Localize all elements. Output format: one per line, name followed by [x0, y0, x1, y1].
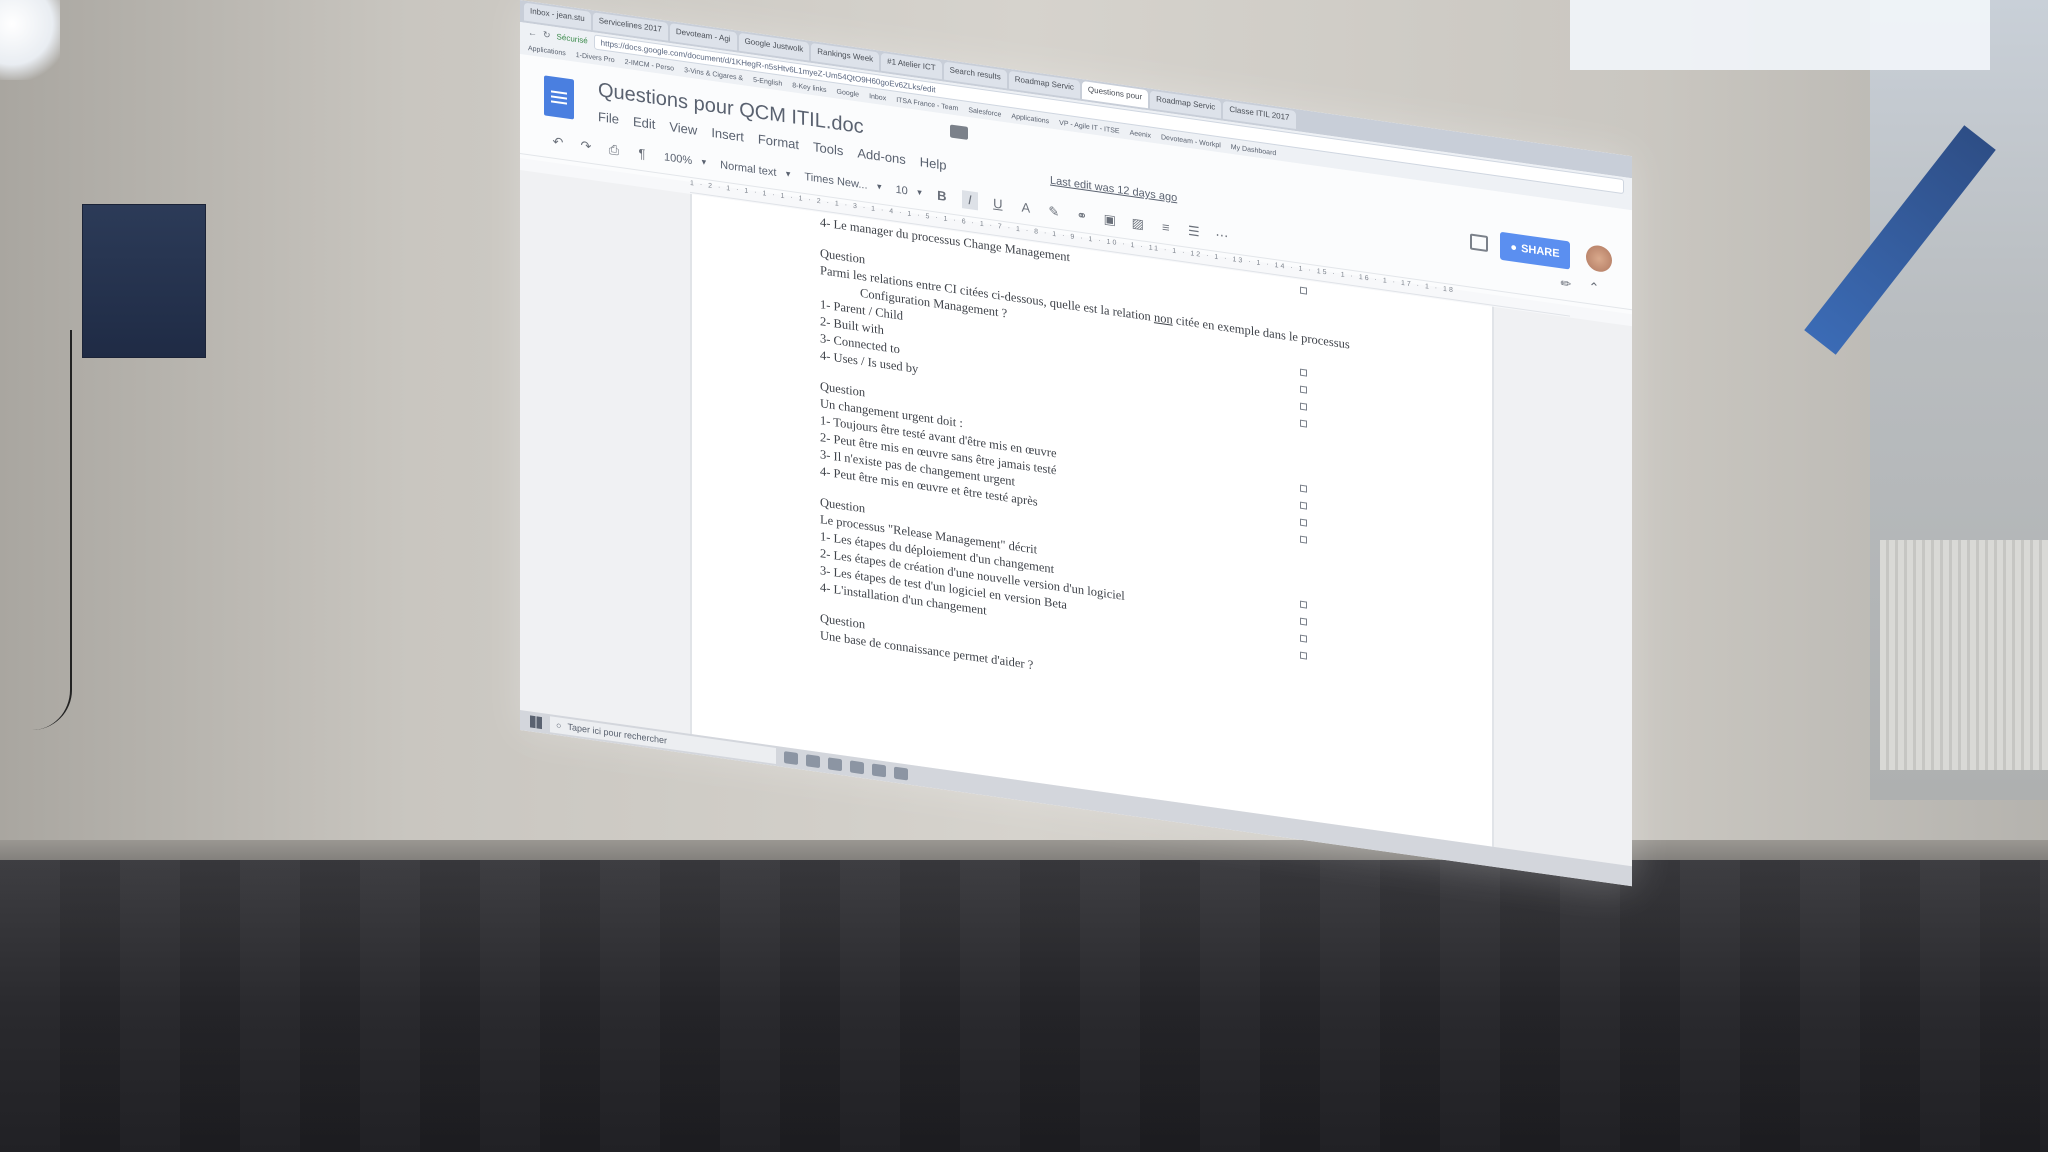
- cortana-icon: ○: [556, 720, 562, 731]
- collapse-icon[interactable]: ⌃: [1586, 277, 1602, 297]
- menu-insert[interactable]: Insert: [711, 125, 744, 145]
- checkbox[interactable]: [1300, 419, 1307, 428]
- folder-icon[interactable]: [950, 124, 968, 140]
- windows-start-icon[interactable]: [530, 715, 542, 730]
- wall-poster: [82, 204, 206, 358]
- ceiling-light: [0, 0, 60, 80]
- link-icon[interactable]: ⚭: [1074, 205, 1090, 225]
- checkbox[interactable]: [1300, 501, 1307, 510]
- bookmark[interactable]: Inbox: [869, 93, 886, 102]
- docs-logo-icon[interactable]: [544, 75, 574, 120]
- style-select[interactable]: Normal text: [718, 158, 790, 180]
- undo-icon[interactable]: ↶: [550, 132, 566, 152]
- cable: [0, 330, 72, 730]
- font-size-select[interactable]: 10: [894, 183, 922, 199]
- document-body[interactable]: 4- Le manager du processus Change Manage…: [820, 214, 1420, 728]
- align-icon[interactable]: ≡: [1158, 217, 1174, 237]
- menu-file[interactable]: File: [598, 109, 619, 127]
- bookmark[interactable]: Aeenix: [1130, 129, 1151, 139]
- explorer-icon[interactable]: [850, 760, 864, 775]
- text-color-button[interactable]: A: [1018, 197, 1034, 217]
- checkbox[interactable]: [1300, 535, 1307, 544]
- bold-button[interactable]: B: [934, 186, 950, 206]
- bookmark[interactable]: 8-Key links: [792, 82, 826, 94]
- checkbox[interactable]: [1300, 518, 1307, 527]
- bookmark[interactable]: 5-English: [753, 76, 782, 87]
- line-spacing-icon[interactable]: ☰: [1186, 221, 1202, 241]
- avatar[interactable]: [1586, 243, 1612, 274]
- skylight: [1570, 0, 1990, 70]
- redo-icon[interactable]: ↷: [578, 136, 594, 156]
- checkbox[interactable]: [1300, 600, 1307, 609]
- menu-edit[interactable]: Edit: [633, 114, 655, 132]
- reload-icon[interactable]: ↻: [543, 29, 551, 41]
- menu-addons[interactable]: Add-ons: [857, 145, 905, 167]
- checkbox[interactable]: [1300, 368, 1307, 377]
- highlight-icon[interactable]: ✎: [1046, 201, 1062, 221]
- menu-view[interactable]: View: [669, 119, 697, 138]
- checkbox[interactable]: [1300, 651, 1307, 660]
- checkbox[interactable]: [1300, 634, 1307, 643]
- font-select[interactable]: Times New...: [802, 170, 881, 193]
- question-text-underlined: non: [1153, 310, 1173, 327]
- bookmark[interactable]: Salesforce: [968, 107, 1001, 119]
- italic-button[interactable]: I: [961, 189, 978, 210]
- more-icon[interactable]: ⋯: [1214, 225, 1230, 245]
- menu-help[interactable]: Help: [920, 154, 947, 173]
- store-icon[interactable]: [828, 757, 842, 772]
- menu-format[interactable]: Format: [758, 131, 799, 152]
- checkbox[interactable]: [1300, 617, 1307, 626]
- carpet-floor: [0, 860, 2048, 1152]
- page-margin: [1492, 306, 1494, 847]
- menu-tools[interactable]: Tools: [813, 139, 843, 158]
- checkbox[interactable]: [1300, 484, 1307, 493]
- zoom-select[interactable]: 100%: [662, 150, 706, 168]
- projected-screen: Inbox - jean.stu Servicelines 2017 Devot…: [520, 0, 1632, 887]
- excel-icon[interactable]: [894, 766, 908, 781]
- chrome-icon[interactable]: [872, 763, 886, 778]
- mail-icon[interactable]: [806, 754, 820, 769]
- edge-icon[interactable]: [784, 751, 798, 766]
- radiator: [1880, 540, 2048, 770]
- comment-add-icon[interactable]: ▣: [1102, 209, 1118, 229]
- edit-mode-icon[interactable]: ✏: [1558, 273, 1574, 293]
- checkbox[interactable]: [1300, 286, 1307, 295]
- underline-button[interactable]: U: [990, 194, 1006, 214]
- checkbox[interactable]: [1300, 402, 1307, 411]
- image-icon[interactable]: ▨: [1130, 213, 1146, 233]
- checkbox[interactable]: [1300, 385, 1307, 394]
- bookmark[interactable]: Google: [837, 88, 860, 98]
- print-icon[interactable]: ⎙: [606, 140, 622, 160]
- share-label: SHARE: [1521, 242, 1560, 261]
- secure-label: Sécurisé: [556, 31, 588, 46]
- person-icon: ●: [1510, 241, 1518, 255]
- paint-format-icon[interactable]: ¶: [634, 144, 650, 164]
- back-icon[interactable]: ←: [528, 27, 537, 38]
- comment-icon[interactable]: [1470, 233, 1488, 253]
